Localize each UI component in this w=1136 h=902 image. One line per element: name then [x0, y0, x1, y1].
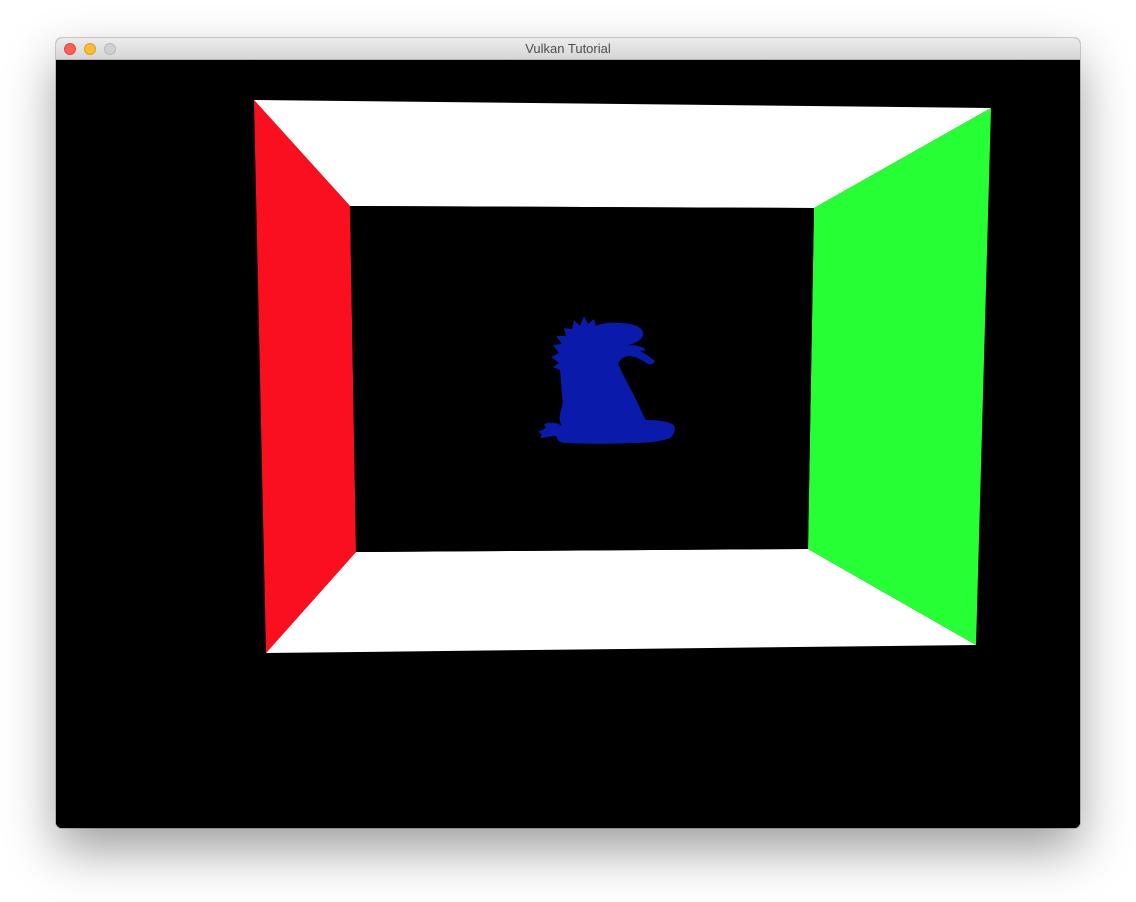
window-title: Vulkan Tutorial: [525, 41, 611, 56]
render-viewport[interactable]: [56, 60, 1080, 828]
app-window: Vulkan Tutorial: [56, 38, 1080, 828]
title-bar[interactable]: Vulkan Tutorial: [56, 38, 1080, 60]
scene-canvas: [56, 60, 1080, 828]
